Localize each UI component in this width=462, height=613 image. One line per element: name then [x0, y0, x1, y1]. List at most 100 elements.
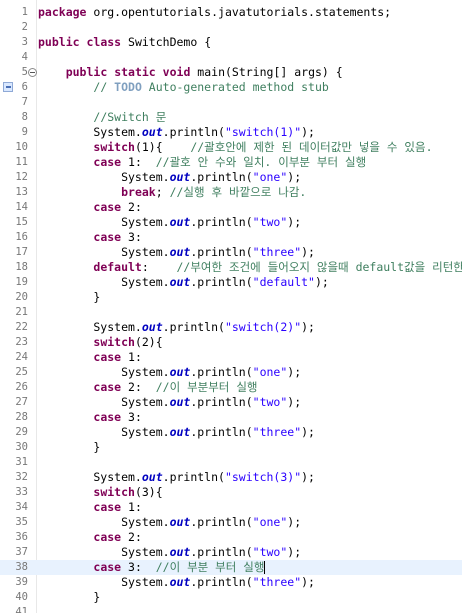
keyword-token: static — [114, 65, 156, 79]
code-line[interactable]: 9 System.out.println("switch(1)"); — [0, 125, 462, 140]
string-token: "switch(2)" — [224, 320, 302, 334]
code-text: case 1: //괄호 안 수와 일치. 이부분 부터 실행 — [38, 155, 366, 170]
code-line[interactable]: 15 System.out.println("two"); — [0, 215, 462, 230]
field-token: out — [169, 575, 191, 589]
code-text: case 3: //이 부분 부터 실행 — [38, 560, 266, 575]
line-number: 30 — [15, 441, 28, 453]
code-line[interactable]: 23 switch(2){ — [0, 335, 462, 350]
code-line[interactable]: 6 // TODO Auto-generated method stub — [0, 80, 462, 95]
code-text: default: //부여한 조건에 들어오지 않을때 default값을 리턴… — [38, 260, 462, 275]
code-line[interactable]: 11 case 1: //괄호 안 수와 일치. 이부분 부터 실행 — [0, 155, 462, 170]
keyword-token: default — [93, 260, 142, 274]
code-line[interactable]: 29 System.out.println("three"); — [0, 425, 462, 440]
line-number: 7 — [21, 96, 28, 108]
code-line[interactable]: 30 } — [0, 440, 462, 455]
code-line[interactable]: 8 //Switch 문 — [0, 110, 462, 125]
code-line[interactable]: 14 case 2: — [0, 200, 462, 215]
code-line[interactable]: 24 case 1: — [0, 350, 462, 365]
code-line[interactable]: 28 case 3: — [0, 410, 462, 425]
string-token: "two" — [252, 215, 288, 229]
text-token: ); — [287, 365, 302, 379]
code-line[interactable]: 40 } — [0, 590, 462, 605]
code-line[interactable]: 34 case 1: — [0, 500, 462, 515]
string-token: "one" — [252, 170, 288, 184]
line-number: 3 — [21, 36, 28, 48]
code-text: System.out.println("one"); — [38, 365, 301, 380]
keyword-token: case — [93, 410, 122, 424]
code-line[interactable]: 37 System.out.println("two"); — [0, 545, 462, 560]
keyword-token: public — [65, 65, 108, 79]
code-line[interactable]: 26 case 2: //이 부분부터 실행 — [0, 380, 462, 395]
line-number: 19 — [15, 276, 28, 288]
line-number: 14 — [15, 201, 28, 213]
code-line[interactable]: 19 System.out.println("default"); — [0, 275, 462, 290]
code-line[interactable]: 36 case 2: — [0, 530, 462, 545]
string-token: "default" — [252, 275, 315, 289]
code-line[interactable]: 12 System.out.println("one"); — [0, 170, 462, 185]
string-token: "three" — [252, 245, 302, 259]
text-token: org.opentutorials.javatutorials.statemen… — [86, 5, 392, 19]
code-text: case 1: — [38, 350, 141, 365]
field-token: out — [169, 395, 191, 409]
code-line[interactable]: 25 System.out.println("one"); — [0, 365, 462, 380]
code-line[interactable]: 7 — [0, 95, 462, 110]
code-line[interactable]: 13 break; //실행 후 바깥으로 나감. — [0, 185, 462, 200]
code-text: System.out.println("two"); — [38, 215, 301, 230]
code-line[interactable]: 32 System.out.println("switch(3)"); — [0, 470, 462, 485]
code-line[interactable]: 4 — [0, 50, 462, 65]
code-line[interactable]: 33 switch(3){ — [0, 485, 462, 500]
code-text: System.out.println("three"); — [38, 575, 315, 590]
code-text: break; //실행 후 바깥으로 나감. — [38, 185, 306, 200]
field-token: out — [169, 215, 191, 229]
code-line[interactable]: 17 System.out.println("three"); — [0, 245, 462, 260]
code-line[interactable]: 16 case 3: — [0, 230, 462, 245]
line-number: 22 — [15, 321, 28, 333]
code-line[interactable]: 2 — [0, 20, 462, 35]
code-line[interactable]: 41 — [0, 605, 462, 613]
line-number: 21 — [15, 306, 28, 318]
text-token: .println( — [190, 425, 253, 439]
line-number: 38 — [15, 561, 28, 573]
code-line[interactable]: 18 default: //부여한 조건에 들어오지 않을때 default값을… — [0, 260, 462, 275]
line-number: 20 — [15, 291, 28, 303]
task-marker-icon[interactable] — [3, 82, 13, 92]
keyword-token: case — [93, 200, 122, 214]
field-token: out — [141, 125, 163, 139]
field-token: out — [169, 170, 191, 184]
text-token: .println( — [190, 515, 253, 529]
code-line[interactable]: 10 switch(1){ //괄호안에 제한 된 데이터값만 넣을 수 있음. — [0, 140, 462, 155]
code-line[interactable]: 31 — [0, 455, 462, 470]
line-number: 26 — [15, 381, 28, 393]
field-token: out — [141, 470, 163, 484]
code-line[interactable]: 3 public class SwitchDemo { — [0, 35, 462, 50]
line-number: 9 — [21, 126, 28, 138]
text-token: System. — [38, 515, 170, 529]
code-editor[interactable]: 1 package org.opentutorials.javatutorials… — [0, 0, 462, 613]
line-number: 18 — [15, 261, 28, 273]
text-token: System. — [38, 395, 170, 409]
code-line[interactable]: 27 System.out.println("two"); — [0, 395, 462, 410]
line-number: 5 — [21, 66, 28, 78]
code-line[interactable]: 20 } — [0, 290, 462, 305]
string-token: "three" — [252, 425, 302, 439]
code-line[interactable]: 39 System.out.println("three"); — [0, 575, 462, 590]
code-line[interactable]: 35 System.out.println("one"); — [0, 515, 462, 530]
code-line[interactable]: 1 package org.opentutorials.javatutorials… — [0, 5, 462, 20]
comment-token: //이 부분 부터 실행 — [155, 560, 265, 574]
keyword-token: package — [38, 5, 87, 19]
code-line[interactable]: 5 public static void main(String[] args)… — [0, 65, 462, 80]
text-token: ); — [301, 245, 315, 259]
code-line[interactable]: 21 — [0, 305, 462, 320]
text-token: 1: — [121, 500, 142, 514]
line-number: 2 — [21, 21, 28, 33]
code-text: case 3: — [38, 230, 141, 245]
collapse-fold-icon[interactable] — [28, 68, 37, 77]
code-line[interactable]: 38 case 3: //이 부분 부터 실행 — [0, 560, 462, 575]
code-line[interactable]: 22 System.out.println("switch(2)"); — [0, 320, 462, 335]
code-text: public class SwitchDemo { — [38, 35, 211, 50]
text-token: SwitchDemo { — [121, 35, 212, 49]
